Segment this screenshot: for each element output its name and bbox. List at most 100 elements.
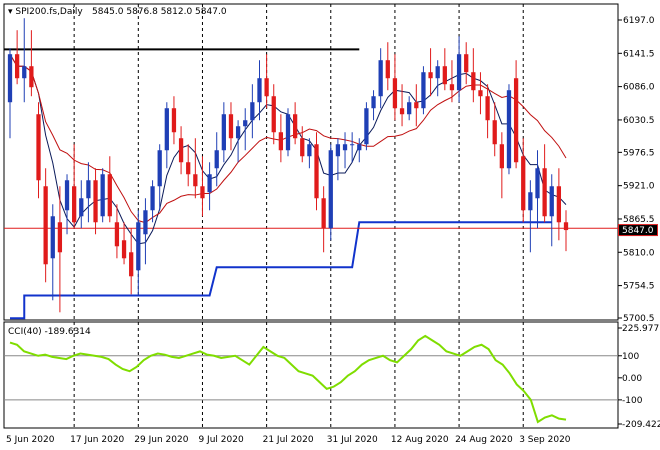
y-tick-label: 6197.0 (623, 16, 655, 26)
candle-body (207, 174, 212, 193)
y-tick-label: 6141.5 (623, 49, 655, 59)
candle-body (136, 222, 141, 271)
candle-body (143, 210, 148, 235)
candle-body (521, 156, 526, 211)
candle-body (178, 138, 184, 163)
y-tick-label: 6086.0 (623, 83, 655, 93)
candle-body (79, 198, 84, 217)
price-chart: 5 Jun 2020 17 Jun 2020 29 Jun 2020 9 Jul 20… (3, 3, 660, 445)
candle-body (556, 186, 562, 223)
cci-tick-label: -209.422 (622, 420, 660, 430)
candle-body (442, 66, 447, 85)
candle-body (278, 132, 284, 151)
candle-body (72, 186, 77, 223)
candle-body (186, 162, 191, 175)
candle-body (86, 180, 91, 199)
candle-body (335, 144, 341, 157)
x-tick-label: 31 Jul 2020 (327, 435, 378, 445)
chart-header-ohlc: 5845.0 5876.8 5812.0 5847.0 (92, 7, 227, 17)
candle-body (350, 144, 355, 146)
y-tick-label: 5921.0 (623, 182, 655, 192)
chart-header-symbol: ▾ SPI200.fs,Daily (8, 7, 83, 17)
y-tick-label: 5700.5 (623, 314, 655, 324)
candle-body (364, 108, 369, 145)
y-tick-label: 5754.5 (623, 282, 655, 292)
current-price-label: 5847.0 (622, 226, 654, 236)
x-tick-label: 21 Jul 2020 (263, 435, 314, 445)
candle-body (64, 180, 70, 211)
candle-body (549, 186, 554, 217)
candle-body (321, 198, 326, 229)
candle-body (342, 144, 348, 151)
candle-body (485, 96, 490, 121)
x-tick-label: 17 Jun 2020 (70, 435, 124, 445)
candle-body (563, 222, 569, 231)
candle-body (243, 120, 248, 127)
candle-body (456, 54, 462, 91)
candle-body (542, 168, 547, 217)
candle-body (407, 102, 412, 115)
candle-body (292, 114, 298, 139)
y-tick-label: 5976.5 (623, 148, 655, 158)
x-tick-label: 29 Jun 2020 (134, 435, 188, 445)
candle-body (57, 222, 63, 253)
candle-body (300, 138, 305, 157)
candle-body (228, 114, 234, 139)
cci-tick-label: 0.00 (622, 374, 642, 384)
candle-body (471, 72, 476, 91)
candle-body (307, 144, 312, 157)
candle-body (107, 174, 112, 217)
cci-tick-label: -100 (622, 396, 643, 406)
candle-body (421, 72, 426, 109)
candle-body (22, 66, 27, 79)
candle-body (257, 78, 262, 103)
y-tick-label: 6030.5 (623, 116, 655, 126)
candle-body (385, 60, 390, 79)
y-tick-label: 5865.5 (623, 215, 655, 225)
candle-body (50, 216, 55, 259)
candle-body (171, 108, 177, 133)
candle-body (100, 174, 105, 217)
candle-body (36, 114, 41, 181)
candle-body (93, 180, 98, 223)
candle-body (121, 240, 127, 259)
candle-body (164, 108, 169, 151)
candle-body (535, 168, 540, 199)
candle-body (264, 78, 269, 97)
candle-body (285, 114, 291, 151)
x-tick-label: 5 Jun 2020 (6, 435, 55, 445)
candle-body (392, 78, 398, 109)
cci-tick-label: 225.9777 (622, 324, 660, 334)
price-panel-frame (3, 3, 619, 321)
candle-body (43, 186, 48, 265)
candle-body (271, 96, 276, 133)
candle-body (506, 90, 512, 169)
candle-body (14, 54, 20, 79)
candle-body (235, 126, 241, 139)
candle-body (7, 54, 13, 103)
candle-body (378, 60, 383, 97)
candle-body (357, 144, 362, 151)
cci-tick-label: 100 (622, 352, 639, 362)
candle-body (314, 144, 319, 199)
y-tick-label: 5810.0 (623, 248, 655, 258)
candle-body (371, 96, 376, 109)
candle-body (214, 150, 219, 169)
candle-body (157, 150, 162, 187)
candle-body (399, 108, 405, 115)
candle-body (114, 222, 120, 247)
candle-body (478, 90, 483, 97)
cci-title: CCI(40) -189.6314 (8, 327, 91, 337)
candle-body (129, 252, 134, 277)
x-tick-label: 9 Jul 2020 (198, 435, 243, 445)
candle-body (492, 120, 497, 145)
candle-body (29, 66, 34, 88)
x-tick-label: 24 Aug 2020 (455, 435, 513, 445)
candle-body (464, 54, 469, 73)
candle-body (414, 102, 419, 109)
candle-body (499, 144, 504, 169)
candle-body (200, 186, 205, 199)
candle-body (193, 174, 198, 187)
candle-body (449, 84, 455, 91)
candle-body (513, 78, 519, 163)
